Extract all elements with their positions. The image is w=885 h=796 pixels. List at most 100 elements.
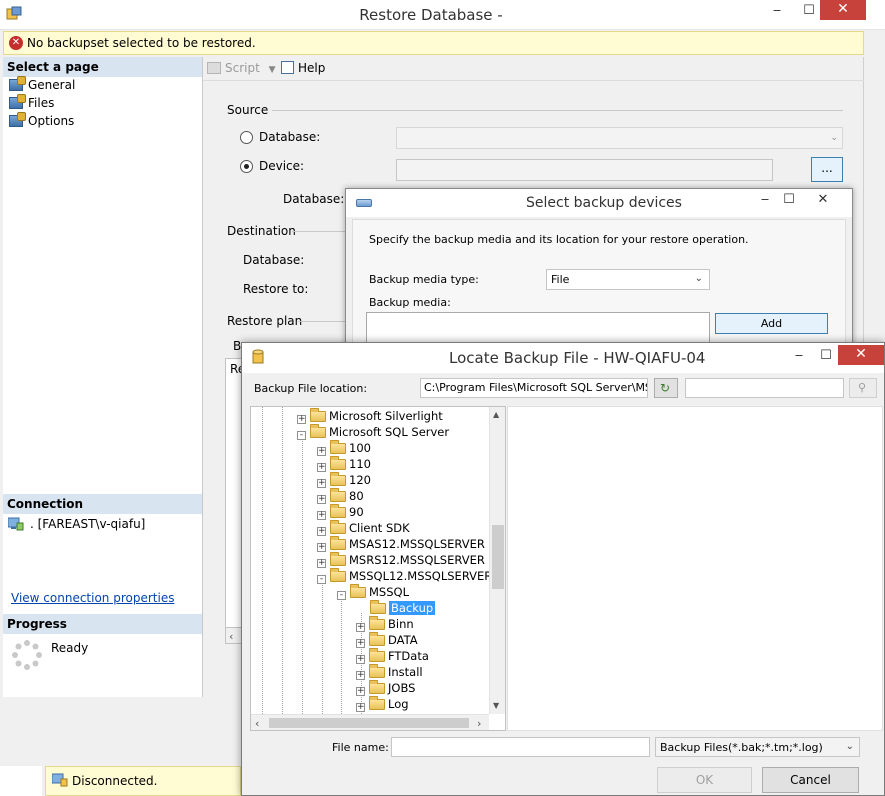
collapse-icon[interactable]: - [297,431,306,440]
minimize-icon[interactable]: ‒ [784,345,814,367]
tree-node[interactable]: - MSSQL12.MSSQLSERVER [317,568,492,584]
tree-horizontal-scrollbar[interactable]: ‹ › [251,714,489,730]
maximize-icon[interactable]: ☐ [811,345,841,367]
media-type-select[interactable]: File ⌄ [546,269,710,290]
location-label: Backup File location: [254,382,368,395]
expand-icon[interactable]: + [317,559,326,568]
cancel-button[interactable]: Cancel [762,767,859,793]
folder-icon [330,504,346,518]
location-value: C:\Program Files\Microsoft SQL Server\MS… [424,381,648,394]
tree-node[interactable]: +100 [317,440,371,456]
view-connection-properties-link[interactable]: View connection properties [11,591,174,605]
help-button[interactable]: Help [281,61,325,75]
search-icon: ⚲ [858,381,867,394]
scroll-down-icon[interactable]: ▼ [493,701,499,710]
file-name-input[interactable] [391,737,650,757]
tree-node[interactable]: + Binn [356,616,414,632]
tree-node[interactable]: + Client SDK [317,520,410,536]
tree-node[interactable]: + DATA [356,632,418,648]
file-type-select[interactable]: Backup Files(*.bak;*.tm;*.log) ⌄ [655,737,860,757]
chevron-left-icon: ‹ [229,630,234,643]
error-icon: ✕ [9,36,23,50]
expand-icon[interactable]: + [317,511,326,520]
folder-tree[interactable]: + Microsoft Silverlight - Microsoft SQL Se… [250,406,506,731]
expand-icon[interactable]: + [317,527,326,536]
scroll-up-icon[interactable]: ▲ [493,410,499,419]
expand-icon[interactable]: + [297,415,306,424]
location-field[interactable]: C:\Program Files\Microsoft SQL Server\MS… [420,378,648,398]
source-divider [272,110,843,111]
help-icon [281,61,294,74]
expand-icon[interactable]: + [356,671,365,680]
tree-node[interactable]: + FTData [356,648,429,664]
folder-icon [330,568,346,582]
select-dialog-title-bar: Select backup devices ‒ ☐ ✕ [346,189,852,217]
tree-vertical-scrollbar[interactable]: ▲ ▼ [489,407,505,714]
file-list[interactable] [507,406,883,731]
chevron-down-icon: ▼ [268,65,276,75]
tree-node[interactable]: +80 [317,488,364,504]
expand-icon[interactable]: + [317,447,326,456]
device-path-field[interactable] [396,159,773,181]
tree-node[interactable]: - Microsoft SQL Server [297,424,449,440]
collapse-icon[interactable]: - [337,591,346,600]
search-button[interactable]: ⚲ [849,378,877,398]
tree-guide-line [341,597,342,714]
expand-icon[interactable]: + [317,463,326,472]
refresh-button[interactable]: ↻ [654,378,678,398]
ok-button[interactable]: OK [657,767,752,793]
add-button[interactable]: Add [715,313,828,334]
source-database-combo[interactable]: ⌄ [396,127,843,149]
maximize-icon[interactable]: ☐ [774,189,804,211]
expand-icon[interactable]: + [356,687,365,696]
expand-icon[interactable]: + [317,543,326,552]
destination-label: Destination [227,224,296,238]
scroll-thumb[interactable] [269,718,469,728]
tree-node-selected[interactable]: Backup [370,600,436,616]
close-icon[interactable]: ✕ [808,189,838,211]
page-options[interactable]: Options [9,112,74,130]
tree-node[interactable]: + MSRS12.MSSQLSERVER [317,552,485,568]
device-browse-button[interactable]: ... [811,157,843,182]
tree-node[interactable]: + Microsoft Silverlight [297,408,443,424]
left-pane: Select a page General Files Options Conn… [3,57,203,697]
tree-node[interactable]: +90 [317,504,364,520]
tree-node[interactable]: + Install [356,664,423,680]
page-general[interactable]: General [9,76,75,94]
database-radio-label: Database: [259,130,321,144]
expand-icon[interactable]: + [317,495,326,504]
scroll-thumb[interactable] [492,525,504,589]
search-input[interactable] [685,378,844,398]
database-radio[interactable] [240,131,253,144]
device-radio[interactable] [240,160,253,173]
expand-icon[interactable]: + [356,639,365,648]
close-button[interactable]: ✕ [820,0,866,20]
select-instruction: Specify the backup media and its locatio… [369,233,749,246]
collapse-icon[interactable]: - [317,575,326,584]
tree-node[interactable]: + MSAS12.MSSQLSERVER [317,536,485,552]
expand-icon[interactable]: + [317,479,326,488]
expand-icon[interactable]: + [356,703,365,712]
progress-header: Progress [3,614,202,634]
page-files[interactable]: Files [9,94,54,112]
database-icon [252,349,264,365]
folder-icon [330,536,346,550]
folder-icon [369,664,385,678]
tree-node[interactable]: + JOBS [356,680,415,696]
restore-plan-label: Restore plan [227,314,303,328]
locate-dialog-title: Locate Backup File - HW-QIAFU-04 [449,349,706,367]
script-button[interactable]: Script ▼ [207,61,276,75]
scroll-left-icon[interactable]: ‹ [255,717,259,730]
tree-node[interactable]: + Log [356,696,409,712]
expand-icon[interactable]: + [356,623,365,632]
expand-icon[interactable]: + [356,655,365,664]
close-button[interactable]: ✕ [838,345,884,365]
scroll-right-icon[interactable]: › [477,717,481,730]
chevron-down-icon: ⌄ [694,273,703,284]
minimize-icon[interactable]: ‒ [762,0,792,22]
tree-node[interactable]: +110 [317,456,371,472]
tree-node[interactable]: +120 [317,472,371,488]
tree-node[interactable]: - MSSQL [337,584,409,600]
folder-icon [369,680,385,694]
page-icon [9,76,26,91]
